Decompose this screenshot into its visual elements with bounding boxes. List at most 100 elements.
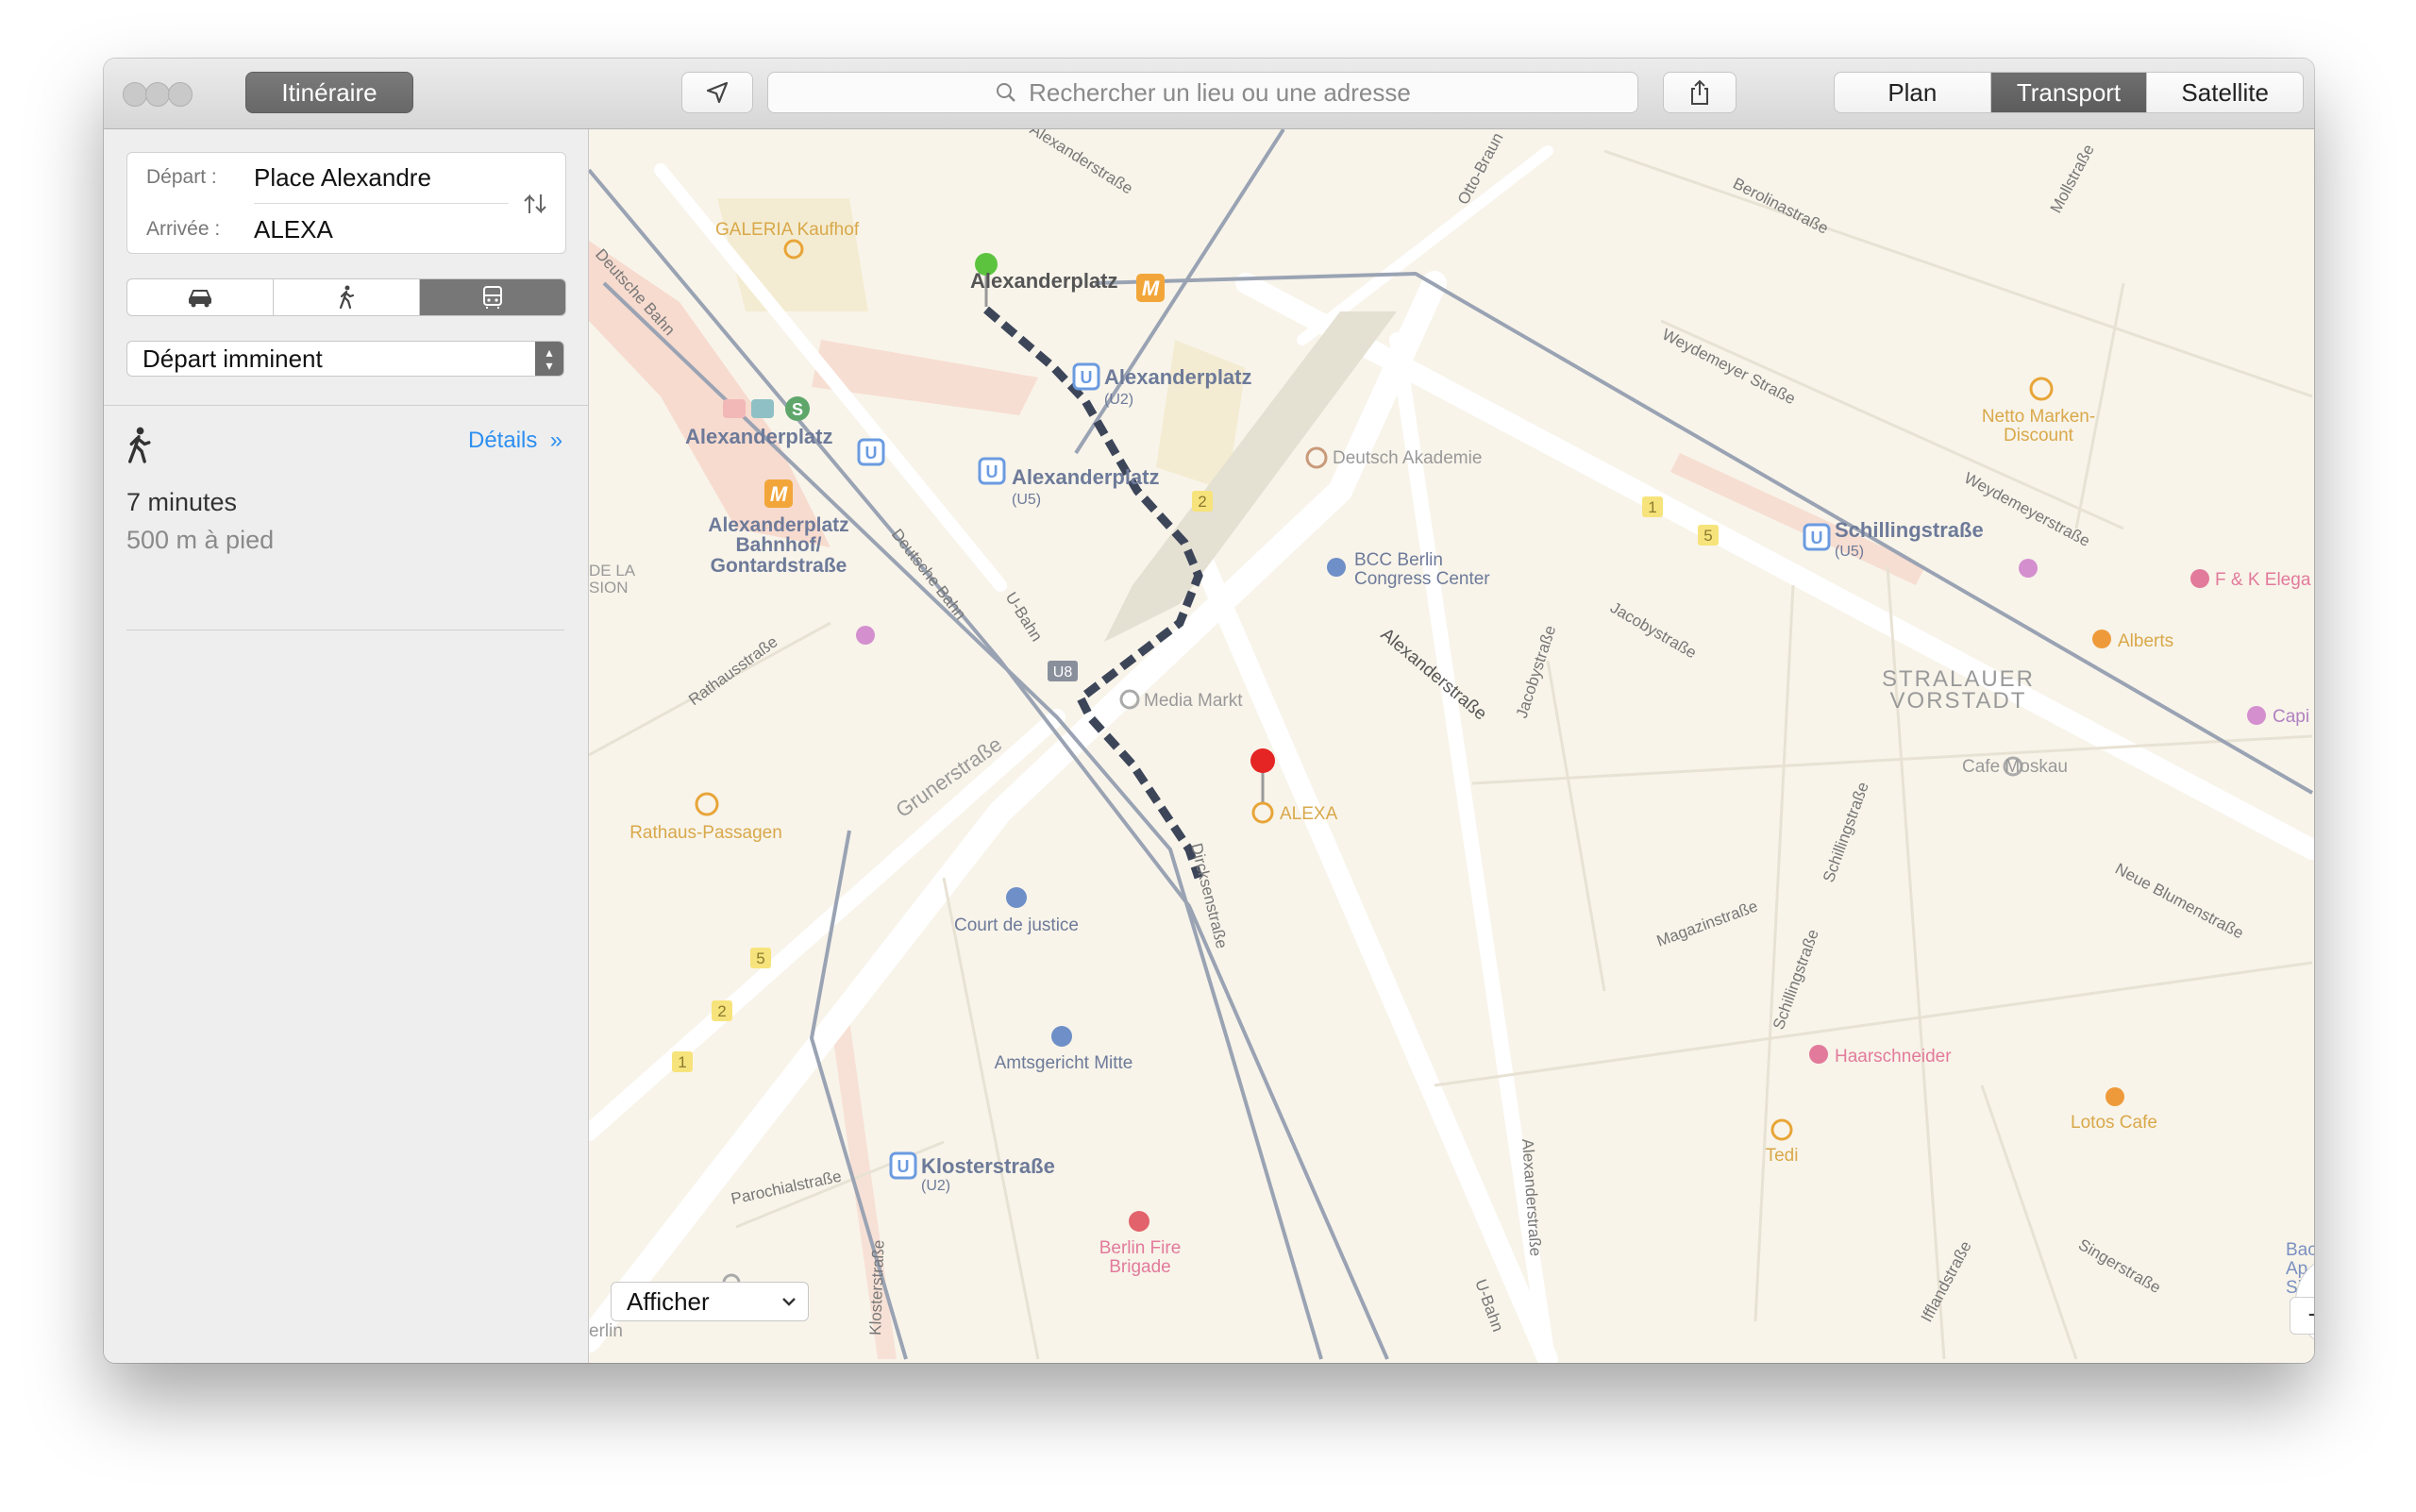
u-station-marker[interactable]: U bbox=[889, 1151, 917, 1180]
label-fire-1: Berlin Fire bbox=[1099, 1238, 1182, 1258]
mode-car[interactable] bbox=[127, 279, 274, 315]
s-station-marker[interactable]: S bbox=[785, 396, 810, 421]
metro-tram-marker[interactable]: M bbox=[764, 479, 793, 508]
shop-poi[interactable] bbox=[2029, 377, 2054, 401]
title-bar: Itinéraire Rechercher un lieu ou une adr… bbox=[104, 59, 2314, 129]
regional-train-icon bbox=[751, 399, 774, 418]
u-station-marker[interactable]: U bbox=[978, 457, 1006, 485]
svg-text:U: U bbox=[865, 444, 878, 462]
label-deutsch-akademie: Deutsch Akademie bbox=[1333, 448, 1482, 468]
itinerary-button[interactable]: Itinéraire bbox=[245, 72, 413, 113]
svg-text:U: U bbox=[1811, 529, 1823, 547]
arrivee-label: Arrivée : bbox=[146, 218, 221, 240]
depart-label: Départ : bbox=[146, 166, 217, 188]
label-alex-bahnhof-1: Alexanderplatz bbox=[708, 514, 848, 536]
search-icon bbox=[997, 83, 1015, 102]
label-netto-2: Discount bbox=[2004, 426, 2074, 445]
mode-walk[interactable] bbox=[274, 279, 420, 315]
street-mollstrasse: Mollstraße bbox=[2047, 142, 2098, 216]
mode-plan[interactable]: Plan bbox=[1835, 73, 1991, 112]
details-link[interactable]: Détails » bbox=[468, 428, 562, 454]
map-view[interactable]: U U U U U S M M 2 1 5 5 2 1 U8 Alexander… bbox=[589, 129, 2314, 1363]
route-fields: Départ : Place Alexandre Arrivée : ALEXA bbox=[126, 152, 566, 254]
svg-text:U: U bbox=[986, 462, 998, 481]
u8-badge: U8 bbox=[1048, 661, 1078, 681]
pedestrian-zone bbox=[830, 1019, 897, 1359]
minimize-window-button[interactable] bbox=[145, 82, 170, 107]
share-icon bbox=[1691, 79, 1708, 105]
search-placeholder: Rechercher un lieu ou une adresse bbox=[1029, 77, 1411, 107]
route-distance: 500 m à pied bbox=[126, 526, 275, 554]
departure-time-value: Départ imminent bbox=[143, 344, 323, 373]
label-kloster-u2: (U2) bbox=[921, 1178, 950, 1194]
poi[interactable] bbox=[2247, 706, 2266, 725]
map-canvas[interactable]: U U U U U S M M 2 1 5 5 2 1 U8 Alexander… bbox=[589, 129, 2314, 1363]
label-klosterstrasse: Klosterstraße bbox=[921, 1154, 1055, 1178]
court-poi[interactable] bbox=[1051, 1026, 1072, 1047]
restaurant-poi[interactable] bbox=[2092, 630, 2111, 648]
label-fire-2: Brigade bbox=[1109, 1257, 1171, 1277]
label-sion: SION bbox=[589, 579, 629, 596]
close-window-button[interactable] bbox=[123, 82, 147, 107]
departure-time-select[interactable]: Départ imminent ▴ ▾ bbox=[126, 341, 564, 377]
metro-tram-marker[interactable]: M bbox=[1136, 274, 1165, 302]
shop-poi[interactable] bbox=[1770, 1118, 1793, 1141]
label-alexanderplatz: Alexanderplatz bbox=[970, 269, 1118, 293]
street-jacobystrasse: Jacobystraße bbox=[1513, 623, 1560, 720]
display-options-select[interactable]: Afficher bbox=[611, 1282, 809, 1321]
swap-icon[interactable] bbox=[522, 191, 548, 217]
street bbox=[1980, 1084, 2078, 1360]
label-alexanderplatz-u2: Alexanderplatz bbox=[1104, 365, 1252, 389]
street-neue-blumenstrasse: Neue Blumenstraße bbox=[2112, 860, 2246, 943]
svg-text:2: 2 bbox=[717, 1002, 726, 1020]
mode-satellite[interactable]: Satellite bbox=[2147, 73, 2303, 112]
street bbox=[942, 877, 1040, 1360]
mode-transport[interactable]: Transport bbox=[1990, 73, 2148, 112]
svg-text:U: U bbox=[1081, 368, 1093, 387]
street-klosterstrasse-2: Klosterstraße bbox=[866, 1239, 888, 1336]
map-mode-switcher: Plan Transport Satellite bbox=[1834, 72, 2304, 113]
entertainment-poi[interactable] bbox=[2019, 559, 2038, 578]
u-station-marker[interactable]: U bbox=[857, 438, 885, 466]
alexa-poi[interactable] bbox=[1251, 801, 1274, 824]
street-weydemeyer: Weydemeyer Straße bbox=[1659, 326, 1798, 409]
u-station-marker[interactable]: U bbox=[1072, 362, 1100, 391]
u-station-marker[interactable]: U bbox=[1803, 523, 1831, 551]
arrivee-field[interactable]: ALEXA bbox=[254, 215, 333, 244]
label-galeria: GALERIA Kaufhof bbox=[715, 220, 860, 240]
venue-poi[interactable] bbox=[1327, 558, 1346, 577]
mode-transit[interactable] bbox=[420, 279, 565, 315]
search-field[interactable]: Rechercher un lieu ou une adresse bbox=[767, 72, 1638, 113]
share-button[interactable] bbox=[1663, 72, 1736, 113]
end-pin[interactable] bbox=[1250, 748, 1275, 773]
svg-text:M: M bbox=[770, 482, 788, 506]
svg-text:2: 2 bbox=[1198, 493, 1206, 511]
street-schillingstrasse-3: Schillingstraße bbox=[1770, 927, 1822, 1032]
current-location-button[interactable] bbox=[681, 72, 753, 113]
walking-icon bbox=[339, 285, 355, 310]
street-singerstrasse: Singerstraße bbox=[2075, 1235, 2164, 1297]
zoom-out-button[interactable]: − bbox=[2290, 1297, 2314, 1335]
galeria-area bbox=[717, 198, 868, 311]
label-schillingstrasse: Schillingstraße bbox=[1835, 518, 1984, 542]
cinema-poi[interactable] bbox=[856, 626, 875, 645]
depart-field[interactable]: Place Alexandre bbox=[254, 163, 431, 193]
route-badge: 1 bbox=[672, 1051, 693, 1072]
street bbox=[1434, 961, 2313, 1087]
fire-station-poi[interactable] bbox=[1129, 1211, 1149, 1232]
fashion-poi[interactable] bbox=[2190, 569, 2209, 588]
cafe-poi[interactable] bbox=[2106, 1087, 2124, 1106]
label-cafe-moskau: Cafe Moskau bbox=[1962, 757, 2068, 777]
court-poi[interactable] bbox=[1006, 887, 1027, 908]
route-badge: 2 bbox=[712, 1000, 732, 1021]
zoom-window-button[interactable] bbox=[168, 82, 193, 107]
label-lotos: Lotos Cafe bbox=[2071, 1113, 2157, 1133]
street bbox=[2074, 282, 2125, 529]
label-media-markt: Media Markt bbox=[1144, 691, 1243, 711]
label-schilling-u5: (U5) bbox=[1835, 544, 1864, 560]
hairdresser-poi[interactable] bbox=[1809, 1045, 1828, 1064]
shop-poi[interactable] bbox=[695, 792, 719, 816]
school-poi[interactable] bbox=[1305, 446, 1328, 469]
label-capi: Capi bbox=[2273, 707, 2309, 727]
svg-text:1: 1 bbox=[1648, 498, 1656, 516]
